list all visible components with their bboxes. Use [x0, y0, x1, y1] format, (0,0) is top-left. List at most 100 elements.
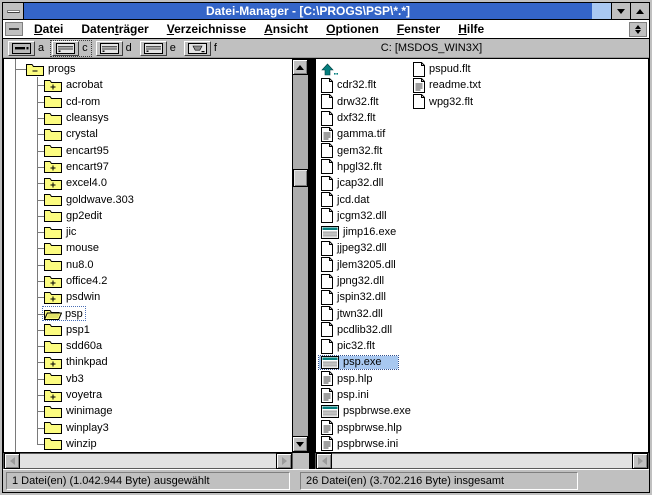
file-list-pane[interactable]: cdr32.fltdrw32.fltdxf32.fltgamma.tifgem3…	[315, 58, 649, 453]
files-horizontal-scrollbar[interactable]	[315, 453, 649, 469]
tree-horizontal-scrollbar[interactable]	[3, 453, 293, 469]
drive-letter: d	[126, 42, 132, 54]
tree-branch-line	[37, 444, 44, 445]
scroll-left-button[interactable]	[316, 453, 332, 469]
drive-a-button[interactable]: a	[7, 41, 47, 56]
child-system-menu-button[interactable]	[5, 22, 23, 36]
file-item-jjpeg32.dll[interactable]: jjpeg32.dll	[319, 240, 413, 256]
file-item-cdr32.flt[interactable]: cdr32.flt	[319, 77, 413, 93]
directory-tree-pane[interactable]: progsacrobatcd-romcleansyscrystalencart9…	[3, 58, 309, 453]
scrollbar-thumb[interactable]	[293, 169, 308, 187]
file-item-drw32.flt[interactable]: drw32.flt	[319, 94, 413, 110]
file-item-jtwn32.dll[interactable]: jtwn32.dll	[319, 305, 413, 321]
system-menu-icon	[7, 10, 20, 13]
tree-item-encart95[interactable]: encart95	[4, 142, 292, 158]
restore-down-icon	[635, 30, 641, 34]
tree-item-thinkpad[interactable]: thinkpad	[4, 354, 292, 370]
file-item-psp.exe[interactable]: psp.exe	[319, 354, 413, 370]
drive-d-button[interactable]: d	[95, 41, 135, 56]
tree-item-voyetra[interactable]: voyetra	[4, 387, 292, 403]
file-item-jspin32.dll[interactable]: jspin32.dll	[319, 289, 413, 305]
file-item-dxf32.flt[interactable]: dxf32.flt	[319, 110, 413, 126]
folder-collapsible-icon	[26, 63, 44, 76]
maximize-button[interactable]	[630, 3, 649, 19]
menu-item-datei[interactable]: Datei	[25, 20, 72, 38]
tree-item-mouse[interactable]: mouse	[4, 240, 292, 256]
tree-item-winplay3[interactable]: winplay3	[4, 420, 292, 436]
file-item-body: readme.txt	[411, 78, 483, 93]
tree-item-crystal[interactable]: crystal	[4, 126, 292, 142]
tree-item-gp2edit[interactable]: gp2edit	[4, 208, 292, 224]
document-text-icon	[321, 436, 333, 451]
tree-item-psp[interactable]: psp	[4, 305, 292, 321]
file-item-jcap32.dll[interactable]: jcap32.dll	[319, 175, 413, 191]
menu-item-verzeichnisse[interactable]: Verzeichnisse	[158, 20, 255, 38]
file-item-pcdlib32.dll[interactable]: pcdlib32.dll	[319, 322, 413, 338]
file-item-jcgm32.dll[interactable]: jcgm32.dll	[319, 208, 413, 224]
file-item-pspbrwse.ini[interactable]: pspbrwse.ini	[319, 436, 413, 452]
file-item-jcd.dat[interactable]: jcd.dat	[319, 191, 413, 207]
minimize-button[interactable]	[611, 3, 630, 19]
scroll-right-button[interactable]	[276, 453, 292, 469]
document-icon	[321, 339, 333, 354]
file-item-psp.hlp[interactable]: psp.hlp	[319, 371, 413, 387]
file-item-psp.ini[interactable]: psp.ini	[319, 387, 413, 403]
file-item-pspbrwse.exe[interactable]: pspbrwse.exe	[319, 403, 413, 419]
menu-item-hilfe[interactable]: Hilfe	[449, 20, 493, 38]
tree-item-vb3[interactable]: vb3	[4, 371, 292, 387]
tree-item-goldwave.303[interactable]: goldwave.303	[4, 191, 292, 207]
file-item-pspud.flt[interactable]: pspud.flt	[411, 61, 483, 77]
tree-item-progs[interactable]: progs	[4, 61, 292, 77]
menu-item-fenster[interactable]: Fenster	[388, 20, 449, 38]
file-item-label: pcdlib32.dll	[337, 324, 392, 336]
scroll-right-button[interactable]	[632, 453, 648, 469]
tree-vertical-scrollbar[interactable]	[292, 59, 308, 452]
tree-item-cd-rom[interactable]: cd-rom	[4, 94, 292, 110]
file-item-label: jcgm32.dll	[337, 210, 387, 222]
file-item-hpgl32.flt[interactable]: hpgl32.flt	[319, 159, 413, 175]
drive-f-button[interactable]: f	[183, 41, 220, 56]
file-item-gem32.flt[interactable]: gem32.flt	[319, 142, 413, 158]
file-item-wpg32.flt[interactable]: wpg32.flt	[411, 94, 483, 110]
tree-item-excel4.0[interactable]: excel4.0	[4, 175, 292, 191]
drive-bar: acdef C: [MSDOS_WIN3X]	[3, 39, 649, 58]
file-item-gamma.tif[interactable]: gamma.tif	[319, 126, 413, 142]
tree-item-winzip[interactable]: winzip	[4, 436, 292, 452]
file-item-jpng32.dll[interactable]: jpng32.dll	[319, 273, 413, 289]
tree-item-psdwin[interactable]: psdwin	[4, 289, 292, 305]
file-item-jimp16.exe[interactable]: jimp16.exe	[319, 224, 413, 240]
tree-branch-line	[37, 232, 44, 233]
system-menu-button[interactable]	[3, 3, 24, 19]
tree-item-acrobat[interactable]: acrobat	[4, 77, 292, 93]
drive-c-button[interactable]: c	[51, 41, 91, 56]
window-frame: Datei-Manager - [C:\PROGS\PSP\*.*] Datei…	[2, 2, 650, 493]
tree-item-jic[interactable]: jic	[4, 224, 292, 240]
scroll-down-button[interactable]	[292, 436, 308, 452]
file-item-body: jtwn32.dll	[319, 306, 385, 321]
child-restore-button[interactable]	[629, 22, 647, 37]
menu-item-datenträger[interactable]: Datenträger	[72, 20, 157, 38]
tree-item-winimage[interactable]: winimage	[4, 403, 292, 419]
tree-item-cleansys[interactable]: cleansys	[4, 110, 292, 126]
menu-item-ansicht[interactable]: Ansicht	[255, 20, 317, 38]
scroll-up-button[interactable]	[292, 59, 308, 75]
drive-e-button[interactable]: e	[139, 41, 179, 56]
tree-item-office4.2[interactable]: office4.2	[4, 273, 292, 289]
tree-item-nu8.0[interactable]: nu8.0	[4, 257, 292, 273]
tree-item-sdd60a[interactable]: sdd60a	[4, 338, 292, 354]
tree-item-psp1[interactable]: psp1	[4, 322, 292, 338]
tree-item-encart97[interactable]: encart97	[4, 159, 292, 175]
menu-items: DateiDatenträgerVerzeichnisseAnsichtOpti…	[25, 20, 493, 38]
file-item-readme.txt[interactable]: readme.txt	[411, 77, 483, 93]
file-item-jlem3205.dll[interactable]: jlem3205.dll	[319, 257, 413, 273]
menu-item-optionen[interactable]: Optionen	[317, 20, 388, 38]
file-item-pspbrwse.hlp[interactable]: pspbrwse.hlp	[319, 420, 413, 436]
file-item-parent-directory[interactable]	[319, 61, 413, 77]
tree-item-label: winplay3	[66, 422, 109, 434]
menu-bar: DateiDatenträgerVerzeichnisseAnsichtOpti…	[3, 20, 649, 39]
tree-item-label: sdd60a	[66, 340, 102, 352]
document-icon	[413, 62, 425, 77]
maximize-icon	[636, 9, 644, 14]
file-item-pic32.flt[interactable]: pic32.flt	[319, 338, 413, 354]
scroll-left-button[interactable]	[4, 453, 20, 469]
